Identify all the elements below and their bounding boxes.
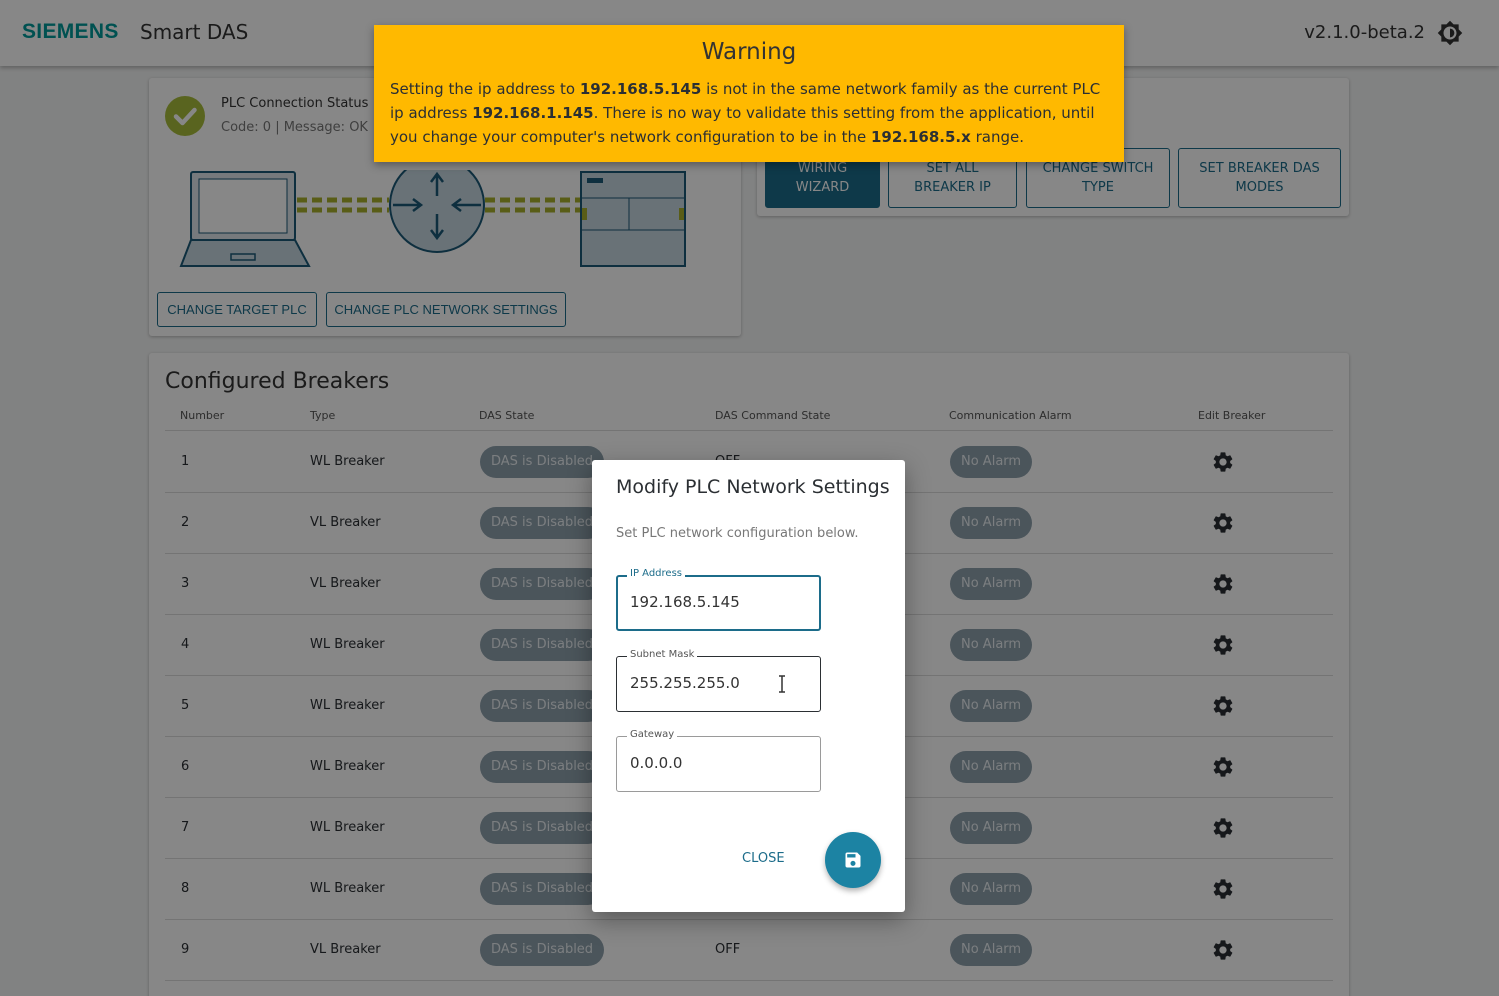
ip-range: 192.168.5.x — [870, 128, 971, 146]
text-cursor-icon — [779, 675, 785, 693]
warning-title: Warning — [701, 39, 797, 65]
close-button[interactable]: CLOSE — [742, 851, 785, 866]
subnet-mask-field: Subnet Mask — [616, 649, 821, 712]
dialog-title: Modify PLC Network Settings — [616, 476, 890, 498]
gateway-input[interactable] — [630, 754, 810, 772]
ip-address-field: IP Address — [616, 568, 821, 631]
warning-toast: Warning Setting the ip address to 192.16… — [374, 25, 1124, 162]
ip-address-input[interactable] — [630, 593, 810, 611]
save-icon — [845, 852, 861, 868]
save-button[interactable] — [825, 832, 881, 888]
subnet-mask-label: Subnet Mask — [627, 649, 698, 660]
warning-message: Setting the ip address to 192.168.5.145 … — [390, 80, 1101, 146]
modify-plc-network-dialog: Modify PLC Network Settings Set PLC netw… — [592, 460, 905, 912]
ip-address-label: IP Address — [627, 568, 685, 579]
gateway-label: Gateway — [627, 729, 678, 740]
current-ip-address: 192.168.1.145 — [472, 104, 594, 122]
new-ip-address: 192.168.5.145 — [579, 80, 702, 98]
dialog-description: Set PLC network configuration below. — [616, 526, 859, 541]
gateway-field: Gateway — [616, 729, 821, 792]
